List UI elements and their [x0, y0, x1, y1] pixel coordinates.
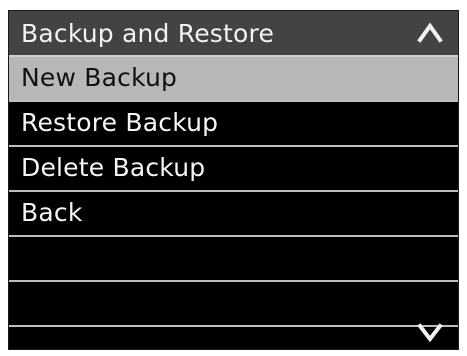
scroll-down-button[interactable] [416, 321, 444, 345]
menu-item-label: New Backup [21, 63, 178, 92]
menu-item-label: Back [21, 198, 83, 227]
menu-header: Backup and Restore [9, 11, 458, 57]
menu-item-back[interactable]: Back [9, 192, 458, 237]
menu-item-label: Restore Backup [21, 108, 219, 137]
scroll-up-button[interactable] [416, 20, 444, 46]
menu-title: Backup and Restore [21, 19, 275, 48]
backup-restore-menu-window: Backup and Restore New Backup Restore Ba… [8, 10, 459, 350]
menu-list: New Backup Restore Backup Delete Backup … [9, 57, 458, 349]
empty-menu-row [9, 327, 458, 349]
menu-item-new-backup[interactable]: New Backup [9, 57, 458, 102]
menu-item-delete-backup[interactable]: Delete Backup [9, 147, 458, 192]
menu-item-restore-backup[interactable]: Restore Backup [9, 102, 458, 147]
empty-menu-row [9, 282, 458, 327]
chevron-down-icon [417, 323, 443, 343]
empty-menu-row [9, 237, 458, 282]
menu-item-label: Delete Backup [21, 153, 206, 182]
chevron-up-icon [417, 22, 443, 43]
